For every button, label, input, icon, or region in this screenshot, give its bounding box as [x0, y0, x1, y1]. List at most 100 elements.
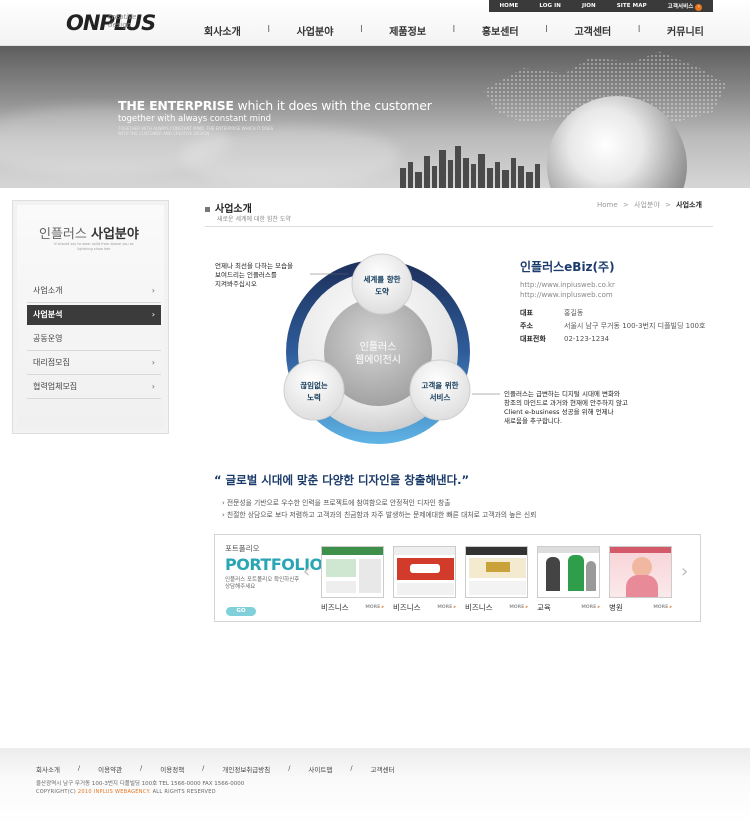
gnb-separator: l [267, 25, 270, 35]
gnb-item-business[interactable]: 사업분야 [297, 23, 334, 38]
company-url[interactable]: http://www.inpiusweb.co.kr [520, 280, 720, 290]
side-item-partner-recruit[interactable]: 협력업체모집 › [27, 375, 161, 399]
portfolio-card[interactable]: 비즈니스 MORE ▸ [321, 546, 384, 613]
company-info: 인플러스eBiz(주) http://www.inpiusweb.co.kr h… [520, 258, 720, 346]
gnb-item-company[interactable]: 회사소개 [204, 23, 241, 38]
portfolio-thumbnail[interactable] [393, 546, 456, 598]
arrow-right-icon: ▸ [453, 605, 456, 610]
diagram-node-left [283, 359, 345, 421]
gnb-item-community[interactable]: 커뮤니티 [667, 23, 704, 38]
util-join-link[interactable]: JION [582, 3, 596, 9]
portfolio-more-link[interactable]: MORE ▸ [509, 605, 528, 610]
diagram-note-left: 언제나 최선을 다하는 모습을 보여드리는 인플러스를 지켜봐주십시오 [215, 262, 293, 289]
portfolio-thumbnail[interactable] [465, 546, 528, 598]
breadcrumb: Home > 사업분야 > 사업소개 [597, 200, 702, 210]
gnb-item-pr-center[interactable]: 홍보센터 [482, 23, 519, 38]
info-key: 대표전화 [520, 335, 546, 343]
diagram-center-line1: 인플러스 [360, 341, 397, 353]
side-item-joint-operation[interactable]: 공동운영 [27, 327, 161, 351]
arrow-right-icon: ▸ [669, 605, 672, 610]
footer-link-terms[interactable]: 이용약관 [98, 764, 122, 774]
util-login-link[interactable]: LOG IN [539, 3, 561, 9]
portfolio-card[interactable]: 교육 MORE ▸ [537, 546, 600, 613]
more-label: MORE [365, 605, 381, 610]
portfolio-more-link[interactable]: MORE ▸ [365, 605, 384, 610]
chevron-right-icon[interactable]: › [681, 561, 688, 582]
footer-link-policy[interactable]: 이용정책 [160, 764, 184, 774]
side-item-agency-recruit[interactable]: 대리점모집 › [27, 351, 161, 375]
util-home-link[interactable]: HOME [499, 3, 518, 9]
company-name: 인플러스eBiz(주) [520, 260, 615, 274]
portfolio-card[interactable]: 비즈니스 MORE ▸ [465, 546, 528, 613]
node-left-line2: 노력 [307, 392, 321, 402]
portfolio-category: 병원 [609, 603, 623, 612]
footer-link-sitemap[interactable]: 사이트맵 [308, 764, 332, 774]
footer-link-company[interactable]: 회사소개 [36, 764, 60, 774]
diagram-node-top [351, 253, 413, 315]
copyright-prefix: COPYRIGHT(C) [36, 789, 78, 795]
arrow-right-icon: › [695, 3, 703, 11]
portfolio-thumbnail[interactable] [609, 546, 672, 598]
gnb-separator: l [452, 25, 456, 35]
gnb-separator: l [360, 25, 363, 35]
chevron-right-icon: › [151, 382, 155, 391]
diagram-note-right: 인플러스는 급변하는 디지털 시대에 변화와 창조의 마인드로 과거와 현재에 … [504, 390, 628, 426]
chevron-right-icon: › [151, 310, 155, 319]
header: ONPLUS creative design HOME LOG IN JION … [0, 0, 750, 46]
side-item-label: 사업분석 [33, 310, 63, 319]
portfolio-thumbnail[interactable] [537, 546, 600, 598]
info-key: 대표 [520, 309, 533, 317]
note-right-line: 새로움을 추구합니다. [504, 417, 562, 425]
portfolio-more-link[interactable]: MORE ▸ [653, 605, 672, 610]
main-navigation: 회사소개 l 사업분야 l 제품정보 l 홍보센터 l 고객센터 l 커뮤니티 [204, 22, 704, 38]
footer-link-privacy[interactable]: 개인정보취급방침 [222, 764, 270, 774]
chevron-left-icon[interactable]: ‹ [303, 561, 310, 582]
note-right-line: 인플러스는 급변하는 디지털 시대에 변화와 [504, 390, 620, 398]
portfolio-card[interactable]: 비즈니스 MORE ▸ [393, 546, 456, 613]
company-url[interactable]: http://www.inplusweb.com [520, 290, 720, 300]
portfolio-go-button[interactable]: GO [226, 607, 256, 616]
business-diagram: 인플러스 웹에이전시 세계를 향한 도약 끊임없는 노력 고객을 위한 서비스 … [200, 244, 500, 459]
portfolio-card[interactable]: 병원 MORE ▸ [609, 546, 672, 613]
slogan-headline: “ 글로벌 시대에 맞춘 다양한 디자인을 창출해낸다.” [214, 473, 470, 487]
footer-link-customer-center[interactable]: 고객센터 [371, 764, 395, 774]
footer-separator: / [288, 764, 291, 772]
breadcrumb-business[interactable]: 사업분야 [634, 201, 660, 209]
hero-banner: THE ENTERPRISE which it does with the cu… [0, 46, 750, 188]
page-subtitle: 새로운 세계에 대한 힘찬 도약 [217, 216, 291, 223]
portfolio-box: 포트폴리오 PORTFOLIO 인플러스 포트폴리오 확인하신후 상담해주세요 … [214, 534, 701, 622]
portfolio-more-link[interactable]: MORE ▸ [581, 605, 600, 610]
util-customer-service-link[interactable]: 고객서비스 › [668, 2, 703, 11]
note-right-line: 창조의 마인드로 과거와 현재에 안주하지 않고 [504, 399, 628, 407]
gnb-item-customer-center[interactable]: 고객센터 [574, 23, 611, 38]
node-top-line1: 세계를 향한 [363, 274, 400, 284]
breadcrumb-home[interactable]: Home [597, 201, 618, 209]
side-navigation-title: 인플러스 사업분야 [39, 223, 139, 242]
utility-bar: HOME LOG IN JION SITE MAP 고객서비스 › [489, 0, 713, 12]
slogan-line: › 전문성을 기반으로 우수한 인력을 프로젝트에 참여함으로 안정적인 디자인… [222, 499, 451, 507]
portfolio-category: 비즈니스 [465, 603, 493, 612]
square-bullet-icon [205, 206, 210, 212]
portfolio-more-link[interactable]: MORE ▸ [437, 605, 456, 610]
slogan-line: › 친절한 상담으로 보다 저렴하고 고객과의 친금함과 자주 발생하는 문제에… [222, 511, 537, 519]
info-value: 서울시 남구 무거동 100-3번지 디플빌딩 100호 [564, 322, 706, 330]
arrow-right-icon: ▸ [525, 605, 528, 610]
node-right-line1: 고객을 위한 [421, 380, 458, 390]
logo[interactable]: ONPLUS creative design [66, 9, 156, 39]
side-title-bold: 사업분야 [90, 227, 139, 242]
info-value: 홍길동 [564, 309, 584, 317]
info-row-address: 주소 서울시 남구 무거동 100-3번지 디플빌딩 100호 [520, 320, 720, 333]
side-navigation: 인플러스 사업분야 If should say to wear solid fr… [12, 200, 169, 434]
side-item-business-analysis[interactable]: 사업분석 › [27, 305, 161, 325]
gnb-item-products[interactable]: 제품정보 [389, 23, 426, 38]
diagram-node-right [409, 359, 471, 421]
node-right-line2: 서비스 [430, 392, 451, 402]
hero-title-rest: which it does with the customer [233, 98, 432, 113]
side-item-business-intro[interactable]: 사업소개 › [27, 279, 161, 303]
util-sitemap-link[interactable]: SITE MAP [617, 3, 647, 9]
footer-separator: / [202, 764, 205, 772]
portfolio-description: 인플러스 포트폴리오 확인하신후 상담해주세요 [225, 577, 300, 590]
page: ONPLUS creative design HOME LOG IN JION … [0, 0, 750, 825]
portfolio-thumbnail[interactable] [321, 546, 384, 598]
side-item-label: 협력업체모집 [33, 382, 78, 391]
